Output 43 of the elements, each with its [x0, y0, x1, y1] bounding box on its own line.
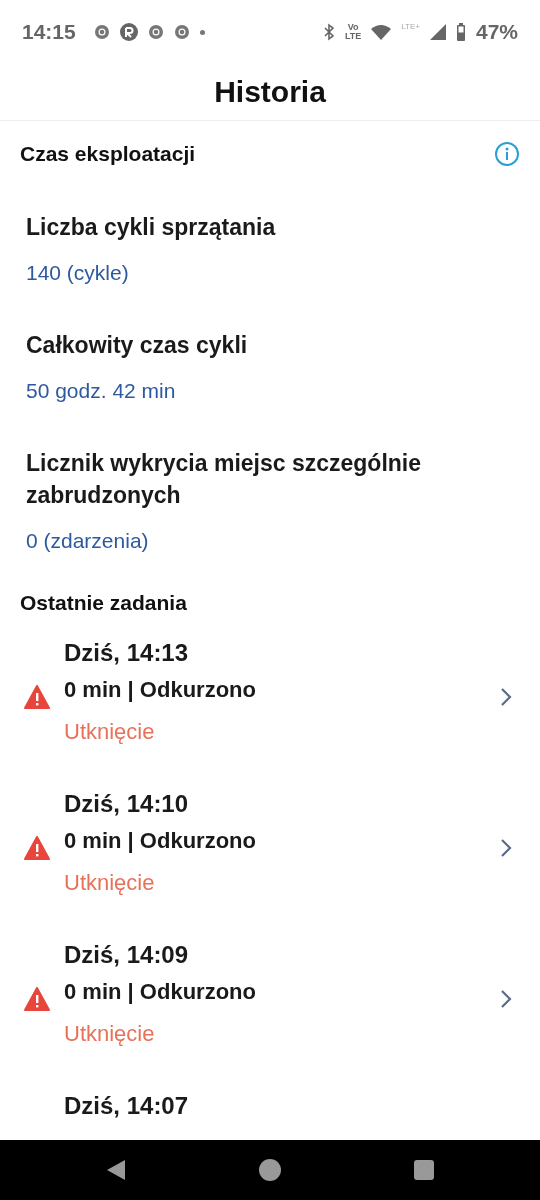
task-time: Dziś, 14:10 — [64, 790, 190, 818]
task-status: Utknięcie — [64, 1021, 156, 1047]
task-time: Dziś, 14:13 — [64, 639, 190, 667]
bluetooth-icon — [322, 23, 335, 41]
stat-label: Licznik wykrycia miejsc szczególnie zabrudzonych — [26, 449, 423, 510]
page-title: Historia — [214, 75, 326, 109]
task-row[interactable]: Dziś, 14:07 — [0, 1086, 540, 1140]
task-row[interactable]: Dziś, 14:13 0 min | Odkurzono Utknięcie — [0, 633, 540, 784]
info-icon[interactable] — [494, 141, 520, 167]
stat-value: 0 (zdarzenia) — [26, 529, 150, 553]
wifi-icon — [371, 24, 392, 40]
browser-icon — [173, 24, 190, 40]
stat-label: Całkowity czas cykli — [26, 331, 249, 360]
stat-value: 50 godz. 42 min — [26, 379, 177, 403]
battery-percent: 47% — [475, 20, 518, 44]
task-row[interactable]: Dziś, 14:09 0 min | Odkurzono Utknięcie — [0, 935, 540, 1086]
network-label: LTE+ — [401, 22, 420, 31]
task-time: Dziś, 14:07 — [64, 1092, 190, 1120]
chevron-right-icon — [500, 837, 512, 858]
recents-icon[interactable] — [413, 1160, 434, 1180]
task-status: Utknięcie — [64, 870, 156, 896]
browser-icon — [147, 24, 164, 40]
browser-icon — [93, 24, 110, 40]
dot-icon — [199, 29, 205, 35]
clock-time: 14:15 — [22, 20, 76, 44]
task-time: Dziś, 14:09 — [64, 941, 190, 969]
task-detail: 0 min | Odkurzono — [64, 828, 257, 854]
app-icon — [119, 23, 138, 41]
chevron-right-icon — [500, 686, 512, 707]
task-detail: 0 min | Odkurzono — [64, 677, 257, 703]
stat-value: 140 (cykle) — [26, 261, 130, 285]
volte-label: Vo LTE — [344, 23, 362, 41]
section-title: Ostatnie zadania — [19, 590, 188, 616]
signal-icon — [429, 24, 446, 40]
stat-label: Liczba cykli sprzątania — [26, 213, 277, 242]
task-detail: 0 min | Odkurzono — [64, 979, 257, 1005]
back-icon[interactable] — [106, 1159, 127, 1181]
battery-icon — [455, 23, 466, 41]
task-row[interactable]: Dziś, 14:10 0 min | Odkurzono Utknięcie — [0, 784, 540, 935]
chevron-right-icon — [500, 988, 512, 1009]
section-title: Czas eksploatacji — [20, 142, 196, 166]
home-icon[interactable] — [259, 1159, 281, 1181]
task-status: Utknięcie — [64, 719, 156, 745]
